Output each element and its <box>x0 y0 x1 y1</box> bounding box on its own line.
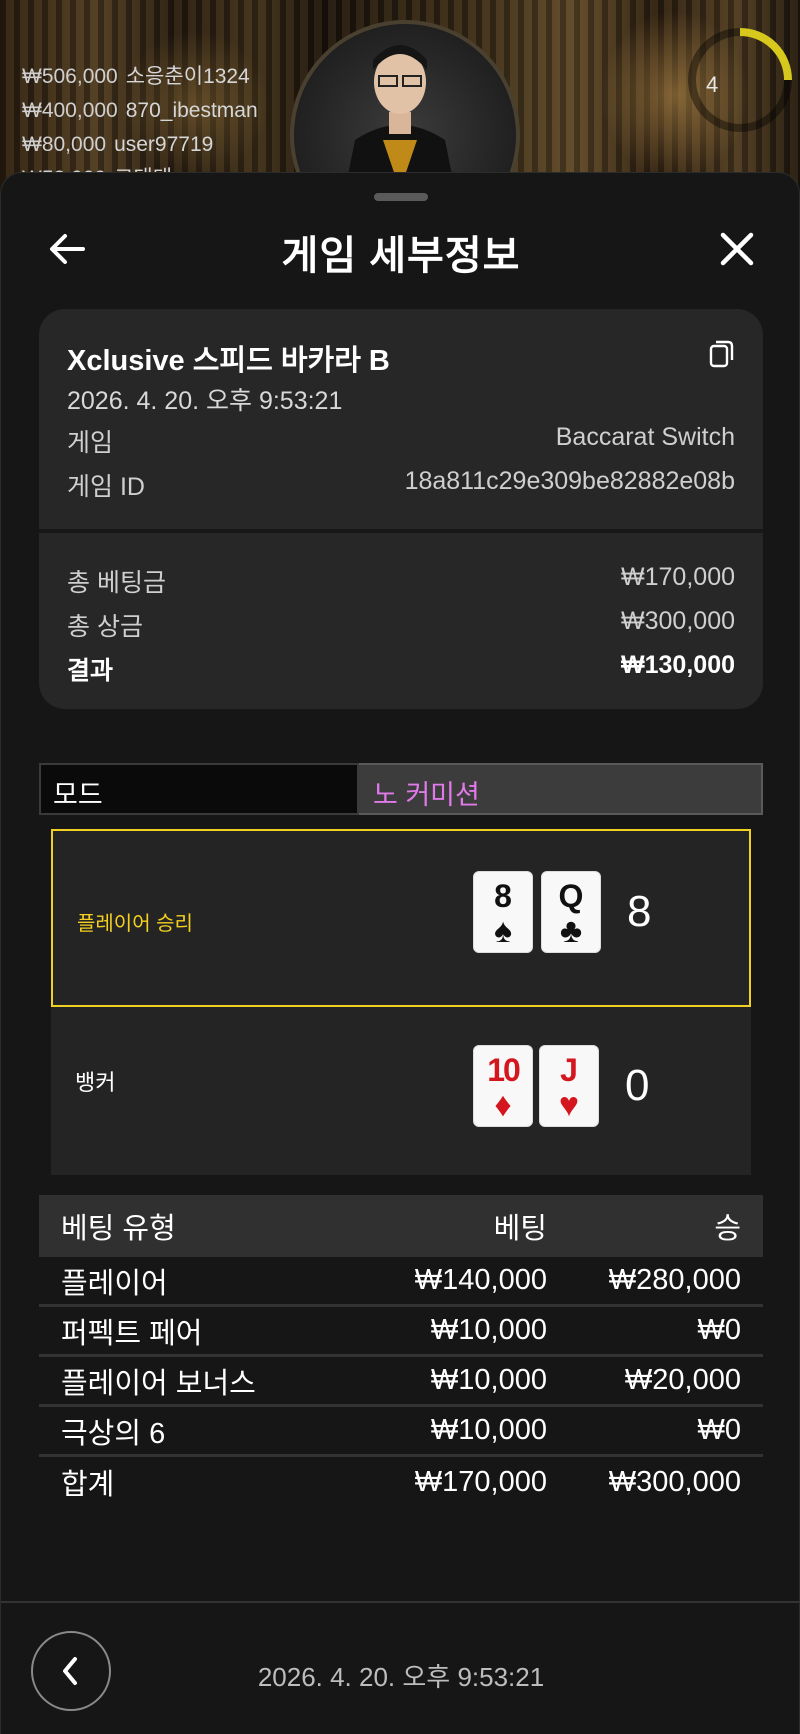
game-id-row: 게임 ID 18a811c29e309be82882e08b <box>67 467 735 503</box>
live-video-background: 4 ₩506,000 소응춘이1324 ₩400,000 870_ibestman … <box>0 0 800 190</box>
game-details-sheet: 게임 세부정보 Xclusive 스피드 바카라 B 2026. 4. 20. … <box>0 172 800 1734</box>
page-title: 게임 세부정보 <box>281 234 521 278</box>
column-header-type: 베팅 유형 <box>61 1213 176 1245</box>
banker-result-label: 뱅커 <box>75 1070 116 1095</box>
footer-round-datetime: 2026. 4. 20. 오후 9:53:21 <box>257 1662 545 1692</box>
close-icon[interactable] <box>713 225 761 273</box>
mode-value: 노 커미션 <box>359 763 763 815</box>
bet-type: 퍼펙트 페어 <box>61 1317 203 1350</box>
win-amount: ₩0 <box>697 1314 742 1346</box>
bets-table: 베팅 유형 베팅 승 플레이어 ₩140,000 ₩280,000 퍼펙트 페어… <box>39 1195 763 1507</box>
column-header-bet: 베팅 <box>493 1213 547 1245</box>
game-info-section: Xclusive 스피드 바카라 B 2026. 4. 20. 오후 9:53:… <box>39 309 763 529</box>
game-name: Xclusive 스피드 바카라 B <box>67 345 390 377</box>
winner-entry: ₩400,000 870_ibestman <box>22 99 258 122</box>
winner-entry: ₩506,000 소응춘이1324 <box>22 65 250 88</box>
table-row: 극상의 6 ₩10,000 ₩0 <box>39 1407 763 1457</box>
player-result-label: 플레이어 승리 <box>77 913 193 935</box>
win-amount: ₩0 <box>697 1414 742 1446</box>
banker-result-row: 뱅커 10 ♦ J ♥ 0 <box>51 1007 751 1175</box>
total-win-value: ₩300,000 <box>621 607 735 635</box>
player-result-row: 플레이어 승리 8 ♠ Q ♣ 8 <box>51 829 751 1007</box>
playing-card: 8 ♠ <box>473 871 533 953</box>
game-row: 게임 Baccarat Switch <box>67 423 735 459</box>
copy-icon[interactable] <box>705 337 737 369</box>
win-amount: ₩20,000 <box>624 1364 741 1396</box>
table-total-row: 합계 ₩170,000 ₩300,000 <box>39 1457 763 1507</box>
mode-row: 모드 노 커미션 <box>39 763 763 815</box>
winners-feed: ₩506,000 소응춘이1324 ₩400,000 870_ibestman ₩8… <box>22 60 258 190</box>
playing-card: J ♥ <box>539 1045 599 1127</box>
game-id-label: 게임 ID <box>67 473 145 501</box>
sheet-drag-handle[interactable] <box>374 193 428 201</box>
player-score: 8 <box>627 887 652 936</box>
result-row: 결과 ₩130,000 <box>67 651 735 687</box>
total-win-row: 총 상금 ₩300,000 <box>67 607 735 643</box>
game-info-card: Xclusive 스피드 바카라 B 2026. 4. 20. 오후 9:53:… <box>39 309 763 709</box>
card-divider <box>39 529 763 533</box>
winner-entry: ₩80,000 user97719 <box>22 133 214 156</box>
game-value: Baccarat Switch <box>555 423 735 451</box>
countdown-timer-value: 4 <box>706 72 719 97</box>
table-row: 플레이어 ₩140,000 ₩280,000 <box>39 1257 763 1307</box>
bet-amount: ₩140,000 <box>414 1264 547 1296</box>
total-bet-amount: ₩170,000 <box>414 1465 547 1498</box>
bet-type: 극상의 6 <box>61 1417 166 1450</box>
total-label: 합계 <box>61 1469 115 1501</box>
total-bet-row: 총 베팅금 ₩170,000 <box>67 563 735 599</box>
bet-amount: ₩10,000 <box>430 1314 547 1346</box>
win-amount: ₩280,000 <box>608 1264 741 1296</box>
result-value: ₩130,000 <box>621 651 735 679</box>
game-label: 게임 <box>67 429 114 457</box>
dealer-figure <box>345 45 455 190</box>
table-row: 플레이어 보너스 ₩10,000 ₩20,000 <box>39 1357 763 1407</box>
table-row: 퍼펙트 페어 ₩10,000 ₩0 <box>39 1307 763 1357</box>
countdown-timer-arc <box>688 28 792 132</box>
total-win-amount: ₩300,000 <box>608 1465 741 1498</box>
game-datetime: 2026. 4. 20. 오후 9:53:21 <box>67 387 343 415</box>
bet-amount: ₩10,000 <box>430 1364 547 1396</box>
bets-table-header: 베팅 유형 베팅 승 <box>39 1195 763 1257</box>
total-win-label: 총 상금 <box>67 613 143 641</box>
playing-card: Q ♣ <box>541 871 601 953</box>
game-id-value: 18a811c29e309be82882e08b <box>404 467 735 495</box>
column-header-win: 승 <box>714 1213 741 1245</box>
banker-score: 0 <box>625 1061 650 1110</box>
result-label: 결과 <box>67 657 114 685</box>
playing-card: 10 ♦ <box>473 1045 533 1127</box>
total-bet-value: ₩170,000 <box>621 563 735 591</box>
bet-amount: ₩10,000 <box>430 1414 547 1446</box>
bet-type: 플레이어 보너스 <box>61 1367 256 1400</box>
bet-type: 플레이어 <box>61 1267 168 1300</box>
mode-label: 모드 <box>39 763 359 815</box>
footer-divider <box>1 1601 800 1603</box>
total-bet-label: 총 베팅금 <box>67 569 166 597</box>
